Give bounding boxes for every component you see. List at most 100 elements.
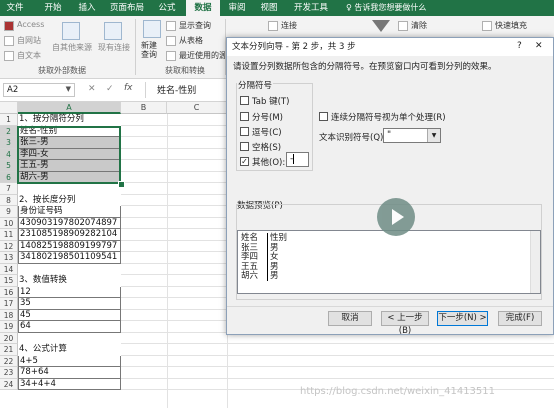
clear-filter-icon — [398, 21, 408, 31]
column-header-c[interactable]: C — [167, 102, 227, 114]
existing-connections-button[interactable]: 现有连接 — [98, 42, 130, 53]
row-header[interactable]: 17 — [0, 298, 18, 310]
tab-formulas[interactable]: 公式 — [152, 0, 182, 16]
row-header[interactable]: 3 — [0, 137, 18, 149]
row-header[interactable]: 14 — [0, 263, 18, 275]
tab-review[interactable]: 审阅 — [222, 0, 252, 16]
close-icon[interactable]: ✕ — [535, 41, 543, 51]
existing-connections-icon — [104, 22, 122, 40]
preview-cell-col2: 男 — [270, 271, 279, 282]
help-icon[interactable]: ? — [517, 41, 522, 51]
gridline — [121, 366, 554, 367]
tab-home[interactable]: 开始 — [38, 0, 68, 16]
tab-checkbox[interactable] — [240, 96, 249, 105]
next-button[interactable]: 下一步(N) > — [437, 311, 488, 326]
from-access-button[interactable]: Access — [17, 20, 44, 29]
tab-data[interactable]: 数据 — [186, 0, 220, 16]
row-header[interactable]: 4 — [0, 148, 18, 160]
row-header[interactable]: 9 — [0, 206, 18, 218]
semicolon-checkbox-label: 分号(M) — [252, 113, 283, 123]
new-query-button[interactable]: 新建 查询 — [141, 41, 157, 59]
formula-input[interactable]: 姓名-性别 — [157, 83, 225, 96]
gridline — [121, 354, 554, 356]
other-checkbox[interactable]: ✓ — [240, 157, 249, 166]
cancel-entry-icon[interactable]: ✕ — [88, 84, 96, 94]
cell-a7[interactable] — [18, 183, 121, 195]
show-queries-button[interactable]: 显示查询 — [179, 20, 211, 31]
row-header[interactable]: 1 — [0, 114, 18, 126]
row-header[interactable]: 20 — [0, 332, 18, 344]
insert-function-icon[interactable]: fx — [124, 83, 133, 93]
flash-fill-button[interactable]: 快速填充 — [495, 20, 527, 31]
row-header[interactable]: 12 — [0, 240, 18, 252]
text-qualifier-select[interactable]: " ▼ — [383, 128, 441, 143]
group-label-get-transform: 获取和转换 — [165, 66, 205, 75]
recent-sources-button[interactable]: 最近使用的源 — [179, 50, 227, 61]
row-header[interactable]: 13 — [0, 252, 18, 264]
clear-filter-button[interactable]: 清除 — [411, 20, 427, 31]
chevron-down-icon[interactable]: ▼ — [427, 129, 440, 142]
from-table-button[interactable]: 从表格 — [179, 35, 203, 46]
confirm-entry-icon[interactable]: ✓ — [106, 84, 114, 94]
row-header[interactable]: 22 — [0, 355, 18, 367]
row-header[interactable]: 10 — [0, 217, 18, 229]
select-all-corner[interactable] — [0, 102, 18, 114]
cell-a15[interactable]: 3、数值转换 — [18, 275, 121, 287]
row-header[interactable]: 5 — [0, 160, 18, 172]
row-header[interactable]: 18 — [0, 309, 18, 321]
name-box[interactable]: A2 ▼ — [3, 83, 75, 97]
tab-page-layout[interactable]: 页面布局 — [106, 0, 148, 16]
cell-a14[interactable] — [18, 264, 121, 276]
other-sources-icon — [62, 22, 80, 40]
space-checkbox-label: 空格(S) — [252, 143, 282, 153]
text-to-columns-dialog: 文本分列向导 - 第 2 步，共 3 步 ? ✕ 请设置分列数据所包含的分隔符号… — [226, 37, 554, 336]
cancel-button[interactable]: 取消 — [328, 311, 372, 326]
row-header[interactable]: 11 — [0, 229, 18, 241]
row-header[interactable]: 2 — [0, 125, 18, 137]
tab-insert[interactable]: 插入 — [72, 0, 102, 16]
consecutive-delimiters-checkbox[interactable] — [319, 112, 328, 121]
tab-developer[interactable]: 开发工具 — [288, 0, 334, 16]
comma-checkbox-label: 逗号(C) — [252, 128, 282, 138]
cell-a20[interactable] — [18, 333, 121, 345]
gridline — [121, 343, 554, 344]
text-cursor — [293, 153, 295, 164]
finish-button[interactable]: 完成(F) — [498, 311, 542, 326]
cell-a1[interactable]: 1、按分隔符分列 — [18, 114, 121, 126]
web-icon — [4, 36, 14, 46]
other-sources-button[interactable]: 自其他来源 — [52, 42, 92, 53]
dialog-title: 文本分列向导 - 第 2 步，共 3 步 — [232, 42, 356, 52]
back-button[interactable]: < 上一步(B) — [381, 311, 429, 336]
column-break-line[interactable] — [267, 233, 268, 281]
row-header[interactable]: 8 — [0, 194, 18, 206]
delimiters-label: 分隔符号 — [237, 79, 274, 91]
row-header[interactable]: 24 — [0, 378, 18, 390]
cell-a21[interactable]: 4、公式计算 — [18, 344, 121, 356]
connections-button[interactable]: 连接 — [281, 20, 297, 31]
row-header[interactable]: 15 — [0, 275, 18, 287]
video-play-button[interactable] — [377, 198, 415, 236]
row-header[interactable]: 7 — [0, 183, 18, 195]
cell-a8[interactable]: 2、按长度分列 — [18, 195, 121, 207]
semicolon-checkbox[interactable] — [240, 112, 249, 121]
other-delimiter-input[interactable]: - — [286, 152, 309, 167]
row-header[interactable]: 21 — [0, 344, 18, 356]
comma-checkbox[interactable] — [240, 127, 249, 136]
row-header[interactable]: 19 — [0, 321, 18, 333]
tab-view[interactable]: 视图 — [254, 0, 284, 16]
row-header[interactable]: 16 — [0, 286, 18, 298]
from-text-button[interactable]: 自文本 — [17, 50, 41, 61]
row-header[interactable]: 6 — [0, 171, 18, 183]
from-web-button[interactable]: 自网站 — [17, 35, 41, 46]
chevron-down-icon[interactable]: ▼ — [66, 85, 71, 93]
column-header-b[interactable]: B — [121, 102, 167, 114]
row-header[interactable]: 23 — [0, 367, 18, 379]
tab-file[interactable]: 文件 — [0, 0, 30, 16]
column-header-a[interactable]: A — [18, 102, 121, 114]
preview-vertical-scrollbar[interactable] — [530, 231, 540, 293]
space-checkbox[interactable] — [240, 142, 249, 151]
tell-me-box[interactable]: ♀ 告诉我您想要做什么 — [346, 0, 426, 16]
data-preview-pane[interactable]: 姓名 性别 张三男李四女王五男胡六男 — [237, 230, 541, 294]
dialog-titlebar[interactable]: 文本分列向导 - 第 2 步，共 3 步 — [227, 38, 553, 56]
fill-handle[interactable] — [118, 181, 125, 188]
